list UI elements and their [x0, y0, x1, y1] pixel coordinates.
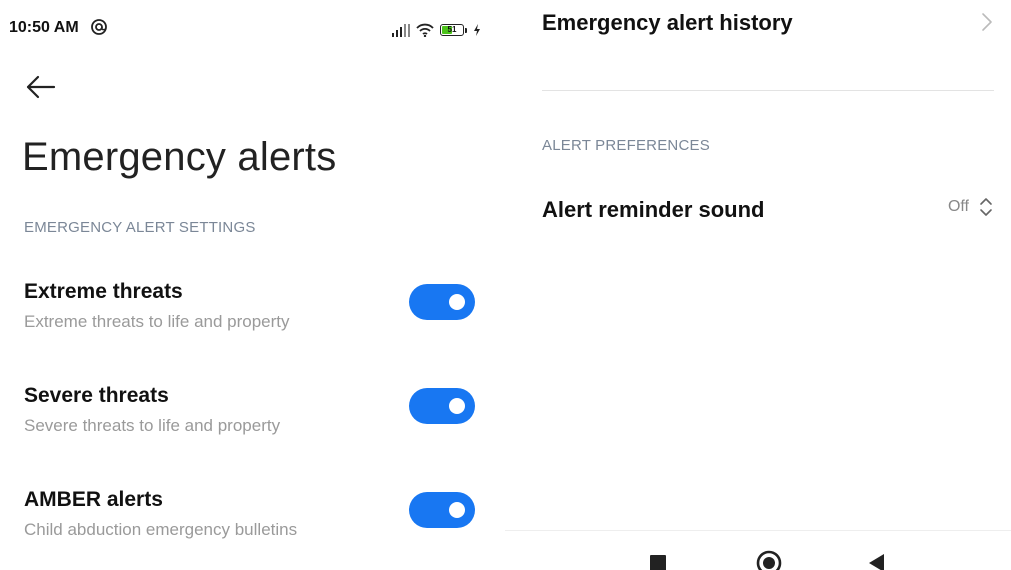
status-time: 10:50 AM [9, 19, 79, 36]
battery-tip [465, 27, 467, 33]
alert-reminder-sound-row[interactable]: Alert reminder sound [505, 185, 1011, 235]
back-triangle-icon[interactable] [869, 554, 885, 570]
at-sign-icon [91, 19, 107, 35]
section-header-preferences: ALERT PREFERENCES [542, 137, 710, 154]
chevron-right-icon [982, 13, 992, 31]
alert-reminder-title: Alert reminder sound [542, 197, 765, 222]
alert-history-title: Emergency alert history [542, 10, 793, 35]
battery-icon: 51 [440, 24, 464, 36]
signal-icon [392, 24, 410, 37]
setting-title: Severe threats [24, 384, 169, 407]
divider [542, 90, 994, 91]
toggle-knob [449, 502, 465, 518]
setting-title: Extreme threats [24, 280, 183, 303]
setting-row-severe-threats[interactable]: Severe threats Severe threats to life an… [0, 384, 505, 464]
settings-panel: 10:50 AM 51 Emergency alerts EMERGENCY A… [0, 0, 505, 570]
charging-icon [474, 24, 480, 36]
setting-row-amber-alerts[interactable]: AMBER alerts Child abduction emergency b… [0, 488, 505, 568]
setting-title: AMBER alerts [24, 488, 163, 511]
setting-subtitle: Severe threats to life and property [24, 416, 281, 435]
battery-percent: 51 [447, 25, 457, 34]
setting-subtitle: Extreme threats to life and property [24, 312, 290, 331]
status-icons: 51 [392, 20, 481, 40]
extreme-threats-toggle[interactable] [409, 284, 475, 320]
setting-row-extreme-threats[interactable]: Extreme threats Extreme threats to life … [0, 280, 505, 360]
amber-alerts-toggle[interactable] [409, 492, 475, 528]
up-down-chevron-icon[interactable] [979, 195, 993, 219]
wifi-icon [416, 23, 434, 37]
page-title: Emergency alerts [22, 135, 337, 179]
toggle-knob [449, 294, 465, 310]
setting-subtitle: Child abduction emergency bulletins [24, 520, 298, 539]
section-header-settings: EMERGENCY ALERT SETTINGS [24, 219, 256, 236]
toggle-knob [449, 398, 465, 414]
reminder-value[interactable]: Off [948, 198, 969, 216]
preferences-panel: Emergency alert history ALERT PREFERENCE… [505, 0, 1011, 570]
arrow-left-icon[interactable] [24, 74, 58, 100]
navigation-bar [505, 530, 1011, 570]
alert-history-row[interactable]: Emergency alert history [505, 0, 1011, 60]
recents-square-icon[interactable] [650, 555, 666, 570]
home-circle-icon[interactable] [756, 550, 782, 570]
severe-threats-toggle[interactable] [409, 388, 475, 424]
